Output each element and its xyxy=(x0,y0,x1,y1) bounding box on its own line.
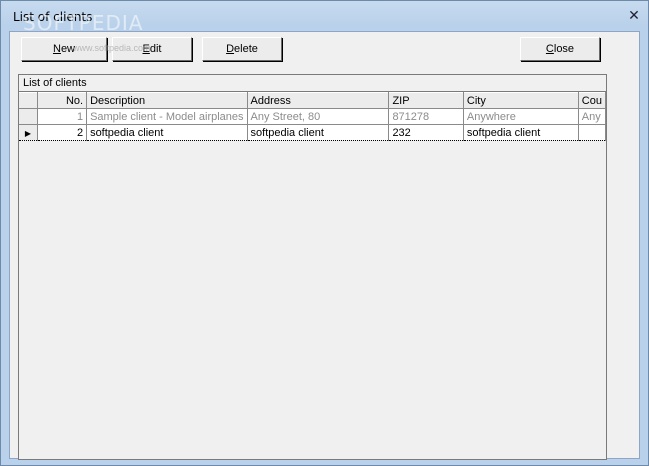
close-button[interactable]: Close xyxy=(520,37,600,61)
window-title: List of clients xyxy=(13,10,93,24)
clients-table: No. Description Address ZIP City Cou 1 S… xyxy=(19,92,606,141)
new-button[interactable]: New xyxy=(21,37,107,61)
column-header-zip[interactable]: ZIP xyxy=(388,92,464,109)
new-button-hotkey: N xyxy=(52,43,61,55)
column-header-address[interactable]: Address xyxy=(247,92,390,109)
edit-button-label: dit xyxy=(149,43,162,55)
edit-button-hotkey: E xyxy=(142,43,150,55)
cell-description[interactable]: softpedia client xyxy=(86,124,248,141)
column-header-country[interactable]: Cou xyxy=(578,92,606,109)
clients-panel: List of clients No. Description Address … xyxy=(18,74,607,460)
cell-no[interactable]: 2 xyxy=(37,124,88,141)
edit-button[interactable]: Edit xyxy=(112,37,192,61)
column-header-no[interactable]: No. xyxy=(37,92,88,109)
cell-country[interactable]: Any xyxy=(578,108,606,125)
table-row[interactable]: 1 Sample client - Model airplanes Any St… xyxy=(19,108,606,125)
delete-button-hotkey: D xyxy=(226,43,235,55)
cell-zip[interactable]: 232 xyxy=(388,124,464,141)
column-header-description[interactable]: Description xyxy=(86,92,248,109)
new-button-label: ew xyxy=(60,43,75,55)
cell-city[interactable]: softpedia client xyxy=(463,124,579,141)
title-bar[interactable]: List of clients SOFTPEDIA ✕ xyxy=(1,1,648,35)
cell-no[interactable]: 1 xyxy=(37,108,88,125)
client-area: New Edit Delete Close List of clients No… xyxy=(9,31,640,460)
row-indicator[interactable] xyxy=(19,108,38,125)
cell-zip[interactable]: 871278 xyxy=(388,108,464,125)
cell-address[interactable]: Any Street, 80 xyxy=(247,108,390,125)
main-window: List of clients SOFTPEDIA ✕ New Edit Del… xyxy=(0,0,649,466)
column-header-city[interactable]: City xyxy=(463,92,579,109)
indicator-header xyxy=(19,92,38,109)
table-row-selected[interactable]: ▶ 2 softpedia client softpedia client 23… xyxy=(19,124,606,141)
current-row-arrow-icon: ▶ xyxy=(24,128,31,138)
delete-button[interactable]: Delete xyxy=(202,37,282,61)
panel-header: List of clients xyxy=(19,75,606,92)
close-window-icon[interactable]: ✕ xyxy=(626,7,642,23)
table-header-row: No. Description Address ZIP City Cou xyxy=(19,92,606,109)
clients-grid[interactable]: No. Description Address ZIP City Cou 1 S… xyxy=(19,92,606,459)
cell-address[interactable]: softpedia client xyxy=(247,124,390,141)
cell-description[interactable]: Sample client - Model airplanes xyxy=(86,108,248,125)
row-indicator[interactable]: ▶ xyxy=(19,124,38,141)
delete-button-label: elete xyxy=(234,43,258,55)
cell-country[interactable] xyxy=(578,124,606,141)
close-button-hotkey: C xyxy=(545,43,554,55)
close-button-label: lose xyxy=(553,43,575,55)
cell-city[interactable]: Anywhere xyxy=(463,108,579,125)
